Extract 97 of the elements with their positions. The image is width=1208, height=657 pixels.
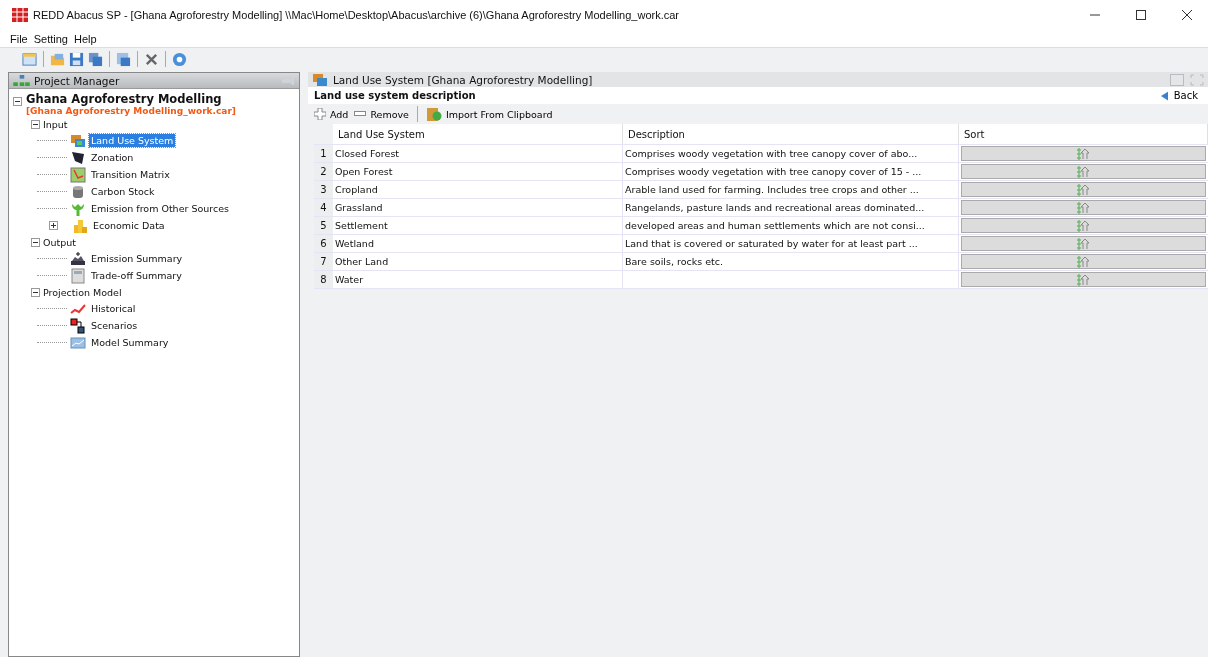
table-cell: Water — [333, 271, 623, 288]
table-cell: Wetland — [333, 235, 623, 252]
row-number: 2 — [314, 163, 333, 180]
tree-item[interactable]: Economic Data — [91, 219, 167, 232]
scale-icon — [70, 250, 86, 267]
sort-handle[interactable] — [961, 164, 1206, 179]
drag-arrow-icon — [1076, 147, 1091, 160]
drag-arrow-icon — [1076, 219, 1091, 232]
map-layers-icon — [312, 71, 328, 88]
sort-handle[interactable] — [961, 236, 1206, 251]
close-icon[interactable] — [1182, 10, 1192, 20]
drag-arrow-icon — [1076, 237, 1091, 250]
window-icon[interactable] — [1170, 73, 1184, 86]
tree-item[interactable]: Emission from Other Sources — [89, 202, 231, 215]
collapse-icon[interactable] — [31, 287, 40, 297]
tree-item[interactable]: Emission Summary — [89, 252, 185, 265]
tree-item[interactable]: Output — [43, 236, 76, 248]
tree-item[interactable]: Zonation — [89, 151, 136, 164]
drag-arrow-icon — [1076, 273, 1091, 286]
hierarchy-icon — [13, 75, 30, 86]
table-cell: Comprises woody vegetation with tree canopy cover of abo... — [623, 145, 959, 162]
sort-handle[interactable] — [961, 218, 1206, 233]
coins-icon — [72, 217, 88, 234]
tree-item[interactable]: Projection Model — [43, 286, 122, 298]
app-logo-icon — [12, 8, 28, 22]
flow-steps-icon — [70, 317, 86, 334]
menu-item[interactable]: Setting — [33, 32, 68, 45]
table-cell: Bare soils, rocks etc. — [623, 253, 959, 270]
sort-handle[interactable] — [961, 146, 1206, 161]
sort-handle[interactable] — [961, 182, 1206, 197]
column-header[interactable]: Description — [623, 124, 959, 144]
import-button[interactable]: Import From Clipboard — [425, 106, 553, 122]
minus-icon — [354, 111, 367, 117]
collapse-icon[interactable] — [13, 97, 22, 106]
table-cell: Settlement — [333, 217, 623, 234]
drag-arrow-icon — [1076, 201, 1091, 214]
drag-arrow-icon — [1076, 183, 1091, 196]
tree-item[interactable]: Scenarios — [89, 319, 140, 332]
tree-item[interactable]: Trade-off Summary — [89, 269, 184, 282]
section-heading: Land use system description — [314, 90, 476, 101]
maximize-icon[interactable] — [1136, 10, 1146, 20]
row-number: 3 — [314, 181, 333, 198]
table-cell: Open Forest — [333, 163, 623, 180]
sort-handle[interactable] — [961, 200, 1206, 215]
table-cell: Arable land used for farming. Includes tree crops and other ... — [623, 181, 959, 198]
table-cell: developed areas and human settlements which are not consi... — [623, 217, 959, 234]
tree-item[interactable]: Carbon Stock — [89, 185, 157, 198]
save-icon[interactable] — [69, 51, 84, 67]
save-all-icon[interactable] — [88, 51, 103, 67]
remove-button[interactable]: Remove — [354, 108, 409, 120]
tree-item[interactable]: Model Summary — [89, 336, 171, 349]
table-cell: Land that is covered or saturated by water for at least part ... — [623, 235, 959, 252]
polygon-icon — [70, 149, 86, 166]
plus-icon — [314, 108, 326, 120]
triangle-left-icon — [1160, 90, 1168, 101]
add-button[interactable]: Add — [314, 108, 349, 120]
table-cell: Other Land — [333, 253, 623, 270]
table-cell: Rangelands, pasture lands and recreational areas dominated... — [623, 199, 959, 216]
save-as-icon[interactable] — [116, 51, 131, 67]
table-cell: Grassland — [333, 199, 623, 216]
table-cell: Cropland — [333, 181, 623, 198]
row-number: 5 — [314, 217, 333, 234]
open-folder-icon[interactable] — [50, 51, 65, 67]
column-header[interactable]: Land Use System — [333, 124, 623, 144]
tree-item[interactable]: Land Use System — [89, 134, 176, 147]
back-button[interactable]: Back — [1156, 90, 1202, 101]
drag-arrow-icon — [1076, 165, 1091, 178]
project-file: [Ghana Agroforestry Modelling_work.car] — [26, 106, 236, 116]
chart-icon — [70, 334, 86, 351]
tree-item[interactable]: Historical — [89, 302, 138, 315]
row-number: 1 — [314, 145, 333, 162]
sort-handle[interactable] — [961, 254, 1206, 269]
clipboard-icon — [425, 106, 442, 122]
sort-handle[interactable] — [961, 272, 1206, 287]
collapse-icon[interactable] — [31, 237, 40, 247]
row-number: 8 — [314, 271, 333, 288]
tree-item[interactable]: Input — [43, 118, 68, 130]
panel-title: Project Manager — [34, 74, 120, 87]
tree-item[interactable]: Transition Matrix — [89, 168, 172, 181]
row-number: 4 — [314, 199, 333, 216]
calculator-icon — [70, 267, 86, 284]
collapse-icon[interactable] — [31, 119, 40, 129]
menu-item[interactable]: Help — [74, 32, 97, 45]
table-cell: Comprises woody vegetation with tree canopy cover of 15 - ... — [623, 163, 959, 180]
panel-title: Land Use System [Ghana Agroforestry Modelling] — [333, 73, 593, 86]
menu-item[interactable]: File — [10, 32, 28, 45]
database-icon — [70, 183, 86, 200]
table-cell: Closed Forest — [333, 145, 623, 162]
drag-arrow-icon — [1076, 255, 1091, 268]
map-layers-icon — [70, 132, 86, 149]
window-title: REDD Abacus SP - [Ghana Agroforestry Modelling] \\Mac\Home\Desktop\Abacus\archive (6)\Ghana Agroforestry Modelling_work.car — [33, 9, 680, 21]
row-number: 7 — [314, 253, 333, 270]
project-name: Ghana Agroforestry Modelling — [26, 92, 223, 106]
column-header[interactable]: Sort — [959, 124, 1208, 144]
row-number: 6 — [314, 235, 333, 252]
expand-icon[interactable] — [49, 221, 58, 230]
new-project-icon[interactable] — [22, 51, 37, 67]
